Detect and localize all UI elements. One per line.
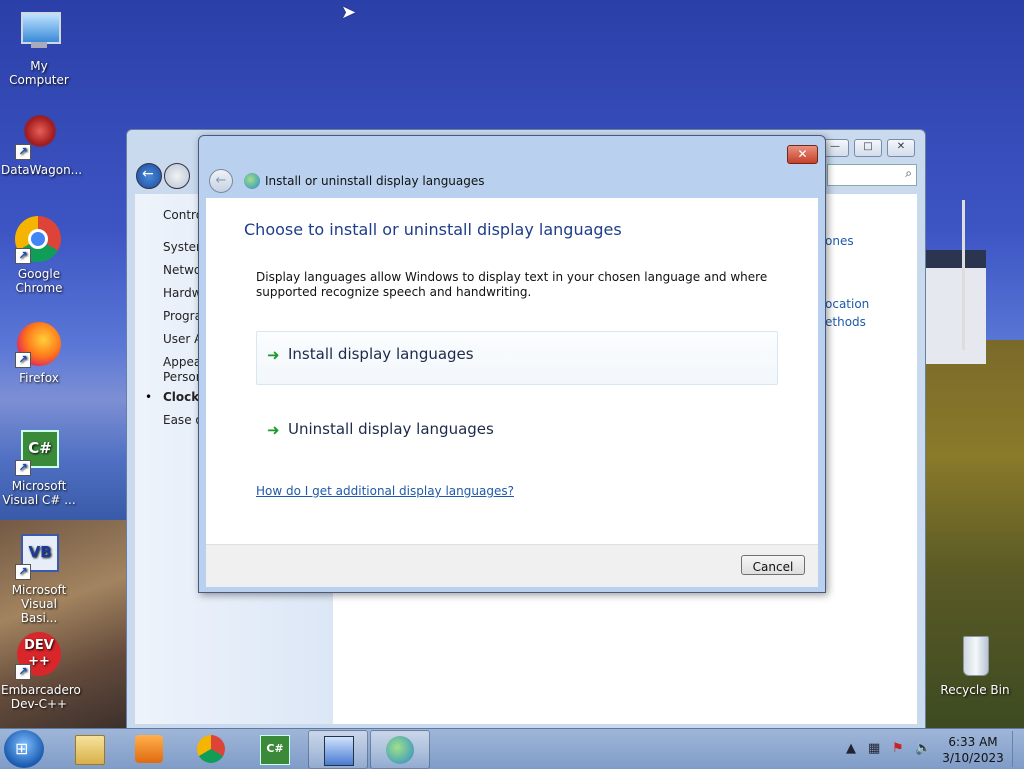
dialog-title: Install or uninstall display languages <box>265 174 485 188</box>
devcpp-icon: DEV ++ ↗ <box>15 632 63 680</box>
link-input-methods[interactable]: ethods <box>825 315 866 329</box>
taskbar-chrome[interactable] <box>182 730 240 767</box>
desktop-icon-visual-basic[interactable]: VB ↗ Microsoft Visual Basi... <box>1 532 77 625</box>
dialog-close-button[interactable]: ✕ <box>787 145 818 164</box>
install-display-languages-button[interactable]: ➜ Install display languages <box>256 331 778 385</box>
recycle-bin-icon <box>951 632 999 680</box>
desktop-icon-label: Embarcadero Dev-C++ <box>1 683 81 711</box>
network-icon[interactable]: ▦ <box>868 741 880 756</box>
desktop-icon-label: Recycle Bin <box>940 683 1010 697</box>
desktop-icon-visual-csharp[interactable]: C# ↗ Microsoft Visual C# ... <box>1 428 77 507</box>
command-label: Uninstall display languages <box>288 420 494 438</box>
datawagon-icon: ↗ <box>15 112 63 160</box>
language-globe-icon <box>244 173 260 189</box>
link-location[interactable]: ocation <box>825 297 869 311</box>
command-label: Install display languages <box>288 345 474 363</box>
desktop-icon-datawagon[interactable]: ↗ DataWagon... <box>1 112 83 177</box>
search-icon: ⌕ <box>905 166 912 180</box>
chrome-icon <box>197 735 225 763</box>
windows-logo-icon: ⊞ <box>15 739 29 758</box>
desktop-icon-label: Microsoft Visual C# ... <box>2 479 76 507</box>
clock-time: 6:33 AM <box>948 735 998 749</box>
shortcut-arrow-icon: ↗ <box>15 248 31 264</box>
desktop-icon-recycle-bin[interactable]: Recycle Bin <box>937 632 1013 697</box>
green-arrow-icon: ➜ <box>267 421 280 439</box>
sidebar-item-programs[interactable]: Progra <box>163 309 202 323</box>
action-center-icon[interactable]: ⚑ <box>892 741 904 756</box>
sidebar-item-network[interactable]: Netwo <box>163 263 201 277</box>
wallpaper-house <box>924 250 986 364</box>
control-panel-icon <box>324 736 354 766</box>
show-hidden-icons-icon[interactable]: ▲ <box>846 741 856 756</box>
close-button[interactable]: ✕ <box>887 139 915 157</box>
show-desktop-button[interactable] <box>1012 731 1023 767</box>
wallpaper-flagpole <box>962 200 965 350</box>
firefox-icon: ↗ <box>15 320 63 368</box>
desktop-icon-label: Google Chrome <box>15 267 63 295</box>
shortcut-arrow-icon: ↗ <box>15 144 31 160</box>
dialog-content: Choose to install or uninstall display l… <box>206 198 818 544</box>
visual-csharp-icon: C# ↗ <box>15 428 63 476</box>
media-player-icon <box>135 735 163 763</box>
sidebar-item-hardware[interactable]: Hardw <box>163 286 202 300</box>
shortcut-arrow-icon: ↗ <box>15 564 31 580</box>
selected-bullet: • <box>145 390 153 404</box>
desktop-icon-devcpp[interactable]: DEV ++ ↗ Embarcadero Dev-C++ <box>1 632 81 711</box>
maximize-button[interactable]: □ <box>854 139 882 157</box>
back-arrow-icon: ← <box>215 173 227 188</box>
search-input[interactable]: ⌕ <box>827 164 917 186</box>
forward-button[interactable] <box>164 163 190 189</box>
desktop-icon-label: My Computer <box>9 59 69 87</box>
dialog-back-button[interactable]: ← <box>209 169 233 193</box>
back-button[interactable]: ← <box>136 163 162 189</box>
taskbar-visual-csharp[interactable]: C# <box>245 730 303 767</box>
help-link[interactable]: How do I get additional display language… <box>256 484 514 498</box>
desktop-icon-firefox[interactable]: ↗ Firefox <box>1 320 77 385</box>
shortcut-arrow-icon: ↗ <box>15 460 31 476</box>
taskbar: ⊞ C# ▲ ▦ ⚑ 🔈 6:33 AM 3/10/2023 <box>0 728 1024 769</box>
back-arrow-icon: ← <box>142 166 154 182</box>
clock-date: 3/10/2023 <box>942 751 1004 765</box>
taskbar-language-settings[interactable] <box>370 730 430 769</box>
mouse-cursor-icon: ➤ <box>341 2 357 23</box>
link-time-zones[interactable]: ones <box>825 234 854 248</box>
green-arrow-icon: ➜ <box>267 346 280 364</box>
visual-basic-icon: VB ↗ <box>15 532 63 580</box>
start-button[interactable]: ⊞ <box>4 730 44 768</box>
chrome-icon: ↗ <box>15 216 63 264</box>
display-languages-dialog[interactable]: ✕ ← Install or uninstall display languag… <box>198 135 826 593</box>
desktop-icon-label: Microsoft Visual Basi... <box>11 583 67 625</box>
dialog-description: Display languages allow Windows to displ… <box>256 270 768 299</box>
taskbar-clock[interactable]: 6:33 AM 3/10/2023 <box>942 734 1004 766</box>
desktop-icon-chrome[interactable]: ↗ Google Chrome <box>1 216 77 295</box>
desktop-icon-label: DataWagon... <box>1 163 83 177</box>
cancel-button[interactable]: Cancel <box>741 555 805 575</box>
computer-icon <box>15 8 63 56</box>
taskbar-media-player[interactable] <box>120 730 178 767</box>
volume-icon[interactable]: 🔈 <box>915 741 931 756</box>
dialog-footer: Cancel <box>206 544 818 587</box>
shortcut-arrow-icon: ↗ <box>15 352 31 368</box>
language-settings-icon <box>386 736 414 764</box>
visual-csharp-icon: C# <box>260 735 290 765</box>
desktop-icon-my-computer[interactable]: My Computer <box>1 8 77 87</box>
file-explorer-icon <box>75 735 105 765</box>
taskbar-file-explorer[interactable] <box>60 730 118 767</box>
desktop-icon-label: Firefox <box>19 371 59 385</box>
dialog-heading: Choose to install or uninstall display l… <box>244 220 622 239</box>
taskbar-control-panel[interactable] <box>308 730 368 769</box>
uninstall-display-languages-button[interactable]: ➜ Uninstall display languages <box>256 406 778 460</box>
shortcut-arrow-icon: ↗ <box>15 664 31 680</box>
